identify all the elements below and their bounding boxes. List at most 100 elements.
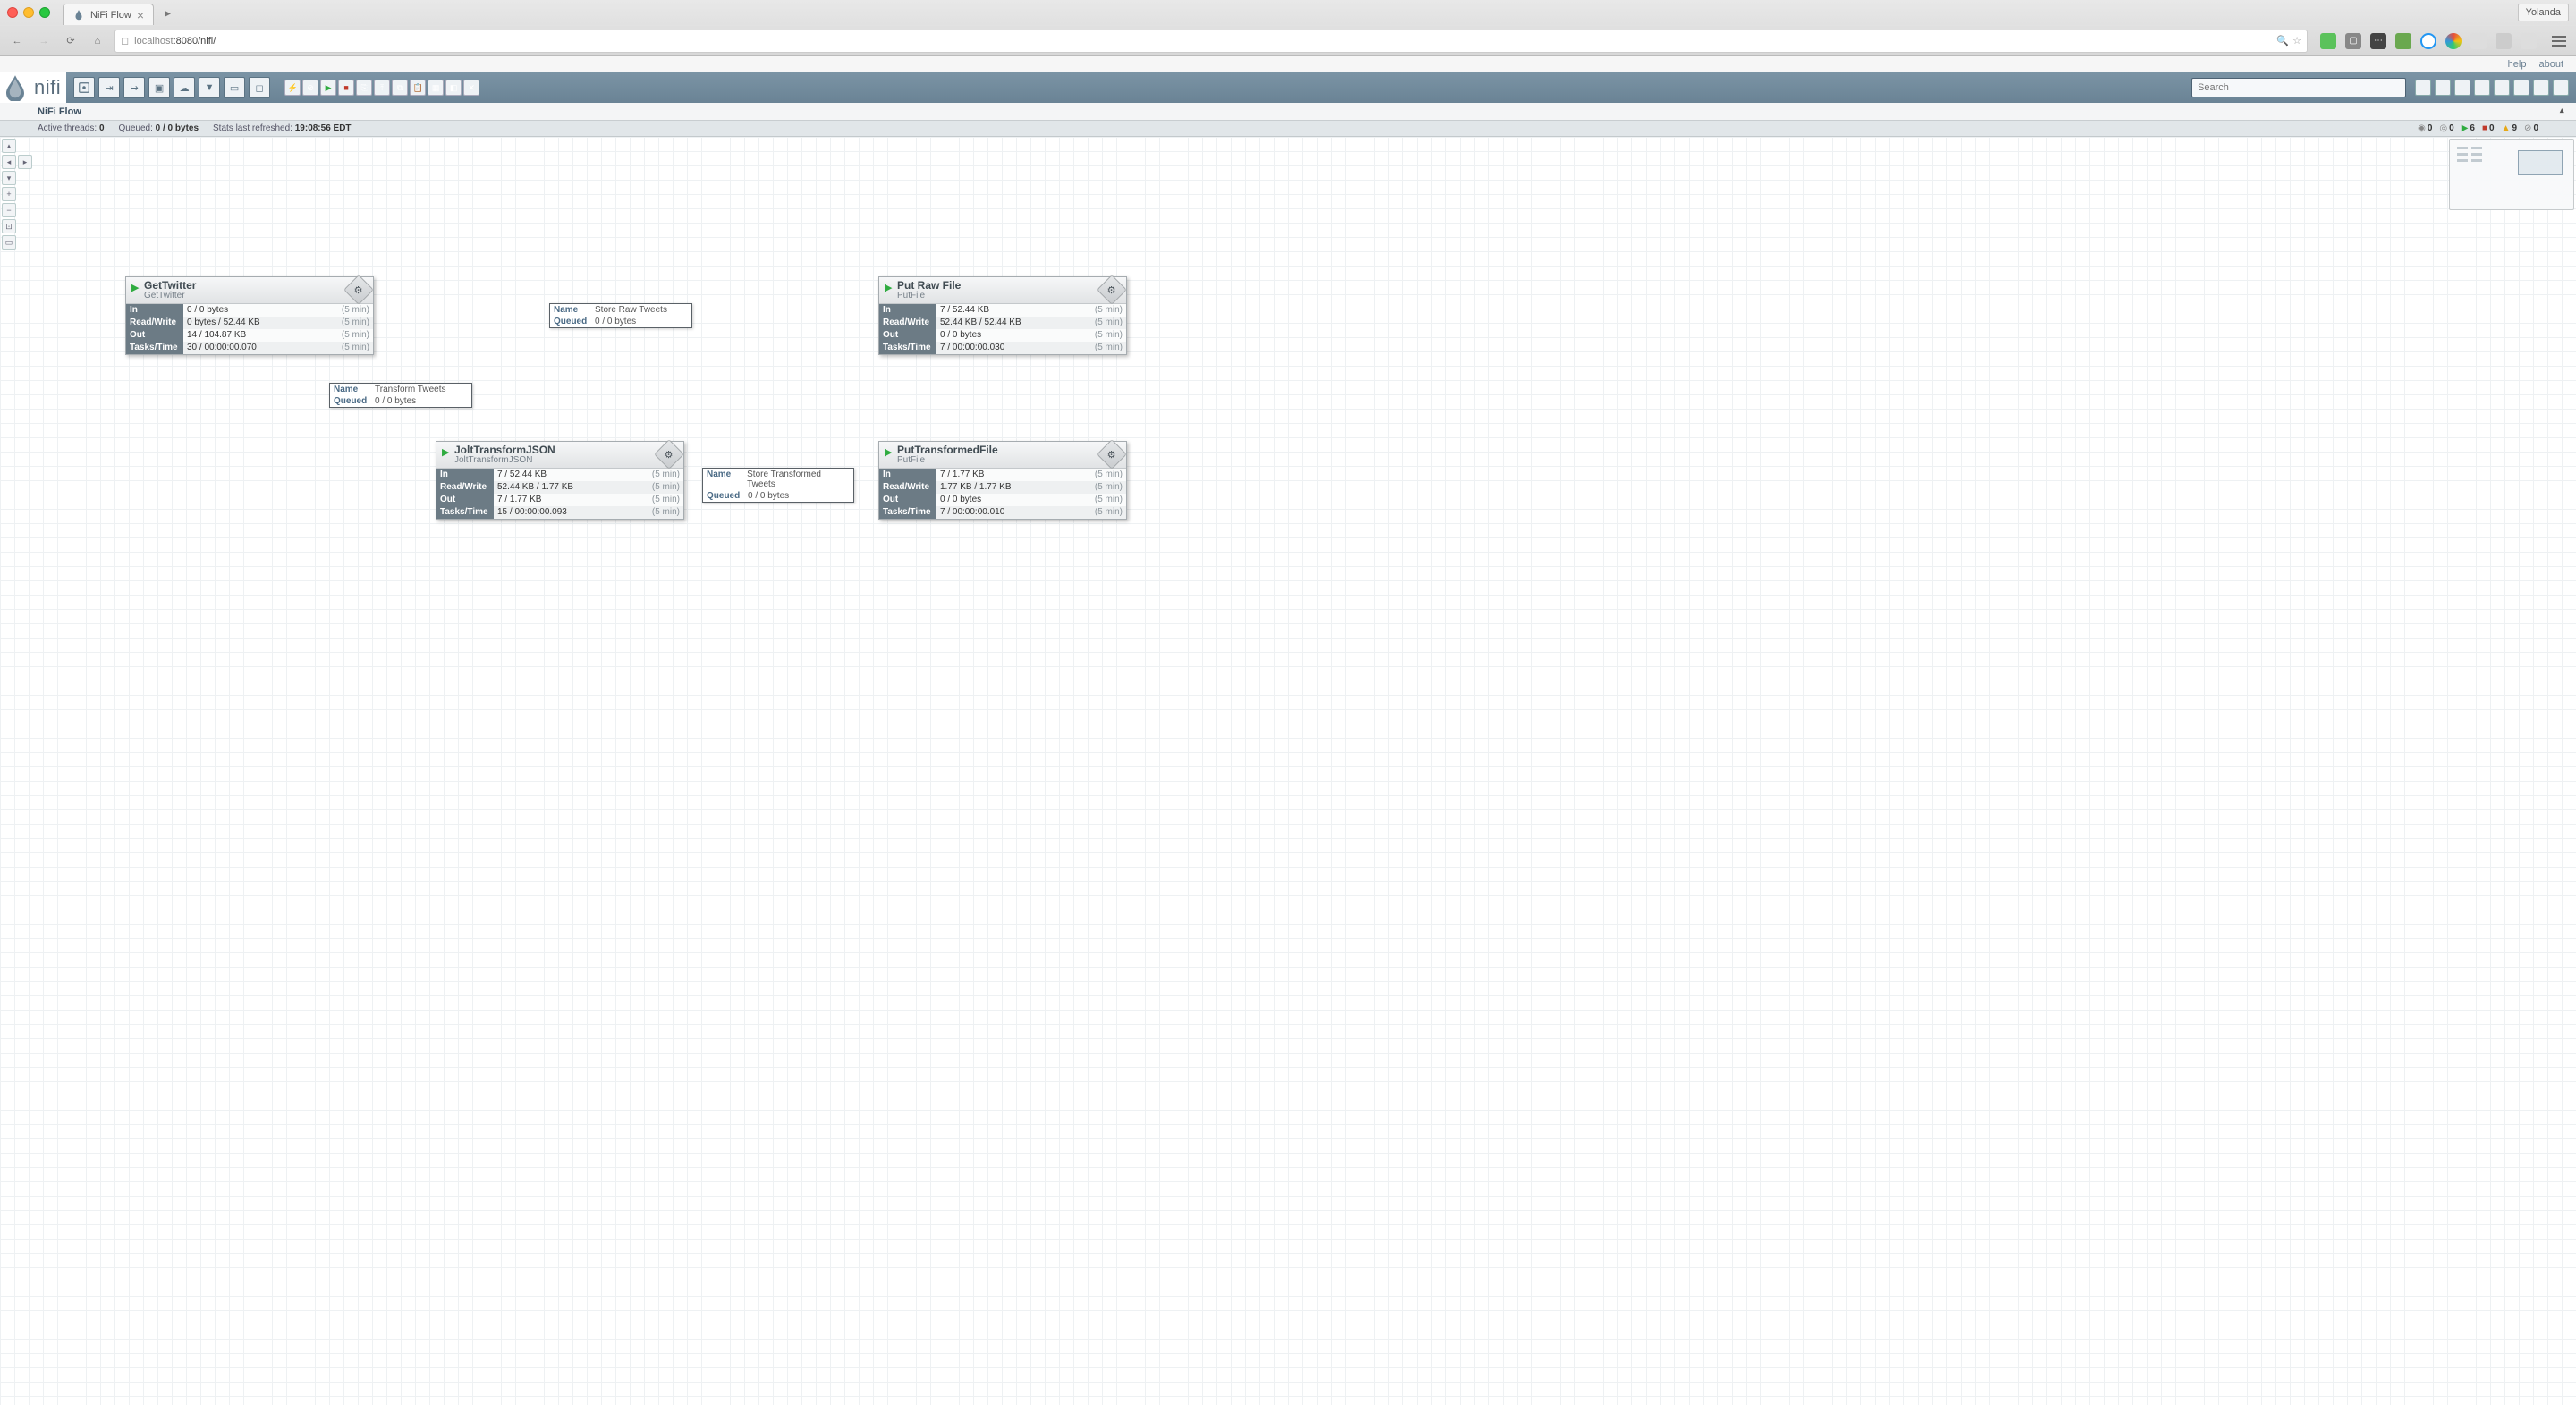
zoom-actual-button[interactable]: ▭ <box>2 235 16 250</box>
running-count: ▶6 <box>2462 123 2475 133</box>
extensions: ▢ ⋯ <box>2315 33 2542 49</box>
help-link[interactable]: help <box>2508 59 2527 70</box>
enable-button[interactable]: ⚡ <box>284 80 301 96</box>
processor-put-trans[interactable]: ▶PutTransformedFilePutFile⚙InRead/WriteO… <box>878 441 1127 520</box>
nifi-search <box>2191 78 2406 97</box>
create-template-button[interactable]: ⎘ <box>356 80 372 96</box>
processor-put-raw[interactable]: ▶Put Raw FilePutFile⚙InRead/WriteOutTask… <box>878 276 1127 355</box>
pan-right-button[interactable]: ▸ <box>18 155 32 169</box>
add-remote-group-button[interactable]: ☁ <box>174 77 195 98</box>
flow-config-history-button[interactable] <box>2494 80 2510 96</box>
breadcrumb-collapse-icon[interactable]: ▴ <box>2560 106 2571 116</box>
add-processor-button[interactable] <box>73 77 95 98</box>
invalid-count: ▲9 <box>2502 123 2517 133</box>
copy-button[interactable]: ⧉ <box>392 80 408 96</box>
transmitting-count: ◉0 <box>2418 123 2432 133</box>
counters-button[interactable] <box>2435 80 2451 96</box>
connection-transform[interactable]: NameTransform TweetsQueued0 / 0 bytes <box>329 383 472 408</box>
users-button[interactable] <box>2513 80 2529 96</box>
pan-left-button[interactable]: ◂ <box>2 155 16 169</box>
about-link[interactable]: about <box>2538 59 2563 70</box>
zoom-fit-button[interactable]: ⊡ <box>2 219 16 233</box>
back-button[interactable]: ← <box>7 31 27 51</box>
connection-store-raw[interactable]: NameStore Raw TweetsQueued0 / 0 bytes <box>549 303 692 328</box>
flow-canvas[interactable]: ▴ ◂▸ ▾ + − ⊡ ▭ ▶GetTwitterGetTwitter⚙InR… <box>0 137 2576 1405</box>
add-process-group-button[interactable]: ▣ <box>148 77 170 98</box>
minimize-window-icon[interactable] <box>23 7 34 18</box>
bookmark-icon[interactable]: ☆ <box>2292 35 2301 47</box>
run-status-icon: ▶ <box>885 446 892 458</box>
start-button[interactable]: ▶ <box>320 80 336 96</box>
tab-close-icon[interactable]: × <box>137 9 144 21</box>
new-tab-button[interactable]: ▸ <box>161 2 174 24</box>
add-output-port-button[interactable]: ↦ <box>123 77 145 98</box>
nifi-favicon-icon <box>72 9 85 21</box>
ext-icon-4[interactable] <box>2445 33 2462 49</box>
processor-stats: InRead/WriteOutTasks/Time7 / 52.44 KB(5 … <box>436 469 683 519</box>
site-info-icon[interactable]: ◻ <box>121 35 129 47</box>
add-input-port-button[interactable]: ⇥ <box>98 77 120 98</box>
summary-button[interactable] <box>2415 80 2431 96</box>
address-bar[interactable]: ◻ localhost:8080/nifi/ 🔍 ☆ <box>114 30 2308 53</box>
add-funnel-button[interactable]: ▼ <box>199 77 220 98</box>
processor-title: JoltTransformJSON <box>454 444 555 456</box>
browser-menu-button[interactable] <box>2549 36 2569 47</box>
cluster-button[interactable] <box>2553 80 2569 96</box>
processor-type-icon: ⚙ <box>343 275 374 305</box>
add-label-button[interactable]: ◻ <box>249 77 270 98</box>
url-path: /nifi/ <box>198 36 216 47</box>
delete-button[interactable]: ✕ <box>463 80 479 96</box>
processor-title: PutTransformedFile <box>897 444 998 456</box>
pan-down-button[interactable]: ▾ <box>2 171 16 185</box>
ext-icon-2[interactable]: ⋯ <box>2370 33 2386 49</box>
ext-icon-3[interactable] <box>2420 33 2436 49</box>
global-controls <box>2415 80 2576 96</box>
search-input[interactable] <box>2191 78 2406 97</box>
disable-button[interactable]: ⊘ <box>302 80 318 96</box>
flow-status-bar: Active threads: 0 Queued: 0 / 0 bytes St… <box>0 121 2576 137</box>
nifi-logo[interactable]: nifi <box>0 72 66 103</box>
ext-icon-6[interactable] <box>2496 33 2512 49</box>
ext-icon-7[interactable] <box>2521 33 2537 49</box>
paste-button[interactable]: 📋 <box>410 80 426 96</box>
disabled-count: ⊘0 <box>2524 123 2538 133</box>
cast-icon[interactable]: ▢ <box>2345 33 2361 49</box>
queued-value: 0 / 0 bytes <box>156 123 199 133</box>
processor-title: Put Raw File <box>897 279 961 292</box>
pan-up-button[interactable]: ▴ <box>2 139 16 153</box>
maximize-window-icon[interactable] <box>39 7 50 18</box>
forward-button[interactable]: → <box>34 31 54 51</box>
browser-tab[interactable]: NiFi Flow × <box>63 4 154 25</box>
processor-get-twitter[interactable]: ▶GetTwitterGetTwitter⚙InRead/WriteOutTas… <box>125 276 374 355</box>
templates-button[interactable] <box>2533 80 2549 96</box>
connection-name: Store Raw Tweets <box>595 305 667 315</box>
provenance-button[interactable] <box>2474 80 2490 96</box>
run-status-icon: ▶ <box>442 446 449 458</box>
upload-template-button[interactable]: ⤒ <box>374 80 390 96</box>
breadcrumb-root[interactable]: NiFi Flow <box>38 106 81 117</box>
stop-button[interactable]: ■ <box>338 80 354 96</box>
home-button[interactable]: ⌂ <box>88 31 107 51</box>
ext-icon-5[interactable] <box>2470 33 2487 49</box>
queued-label: Queued: <box>119 123 153 133</box>
connection-queued: 0 / 0 bytes <box>595 317 636 326</box>
close-window-icon[interactable] <box>7 7 18 18</box>
group-button[interactable]: ▦ <box>428 80 444 96</box>
browser-profile-button[interactable]: Yolanda <box>2518 4 2569 21</box>
connection-name: Store Transformed Tweets <box>747 470 850 489</box>
not-transmitting-count: ◎0 <box>2439 123 2453 133</box>
reload-button[interactable]: ⟳ <box>61 31 80 51</box>
bulletin-board-button[interactable] <box>2454 80 2470 96</box>
processor-header: ▶JoltTransformJSONJoltTransformJSON⚙ <box>436 442 683 469</box>
connection-store-trans[interactable]: NameStore Transformed TweetsQueued0 / 0 … <box>702 468 854 503</box>
run-status-icon: ▶ <box>885 282 892 293</box>
search-icon[interactable]: 🔍 <box>2276 35 2289 47</box>
processor-jolt[interactable]: ▶JoltTransformJSONJoltTransformJSON⚙InRe… <box>436 441 684 520</box>
ext-icon-1[interactable] <box>2320 33 2336 49</box>
color-button[interactable]: ◧ <box>445 80 462 96</box>
evernote-icon[interactable] <box>2395 33 2411 49</box>
add-template-button[interactable]: ▭ <box>224 77 245 98</box>
zoom-in-button[interactable]: + <box>2 187 16 201</box>
birdseye-view[interactable] <box>2449 139 2574 210</box>
zoom-out-button[interactable]: − <box>2 203 16 217</box>
